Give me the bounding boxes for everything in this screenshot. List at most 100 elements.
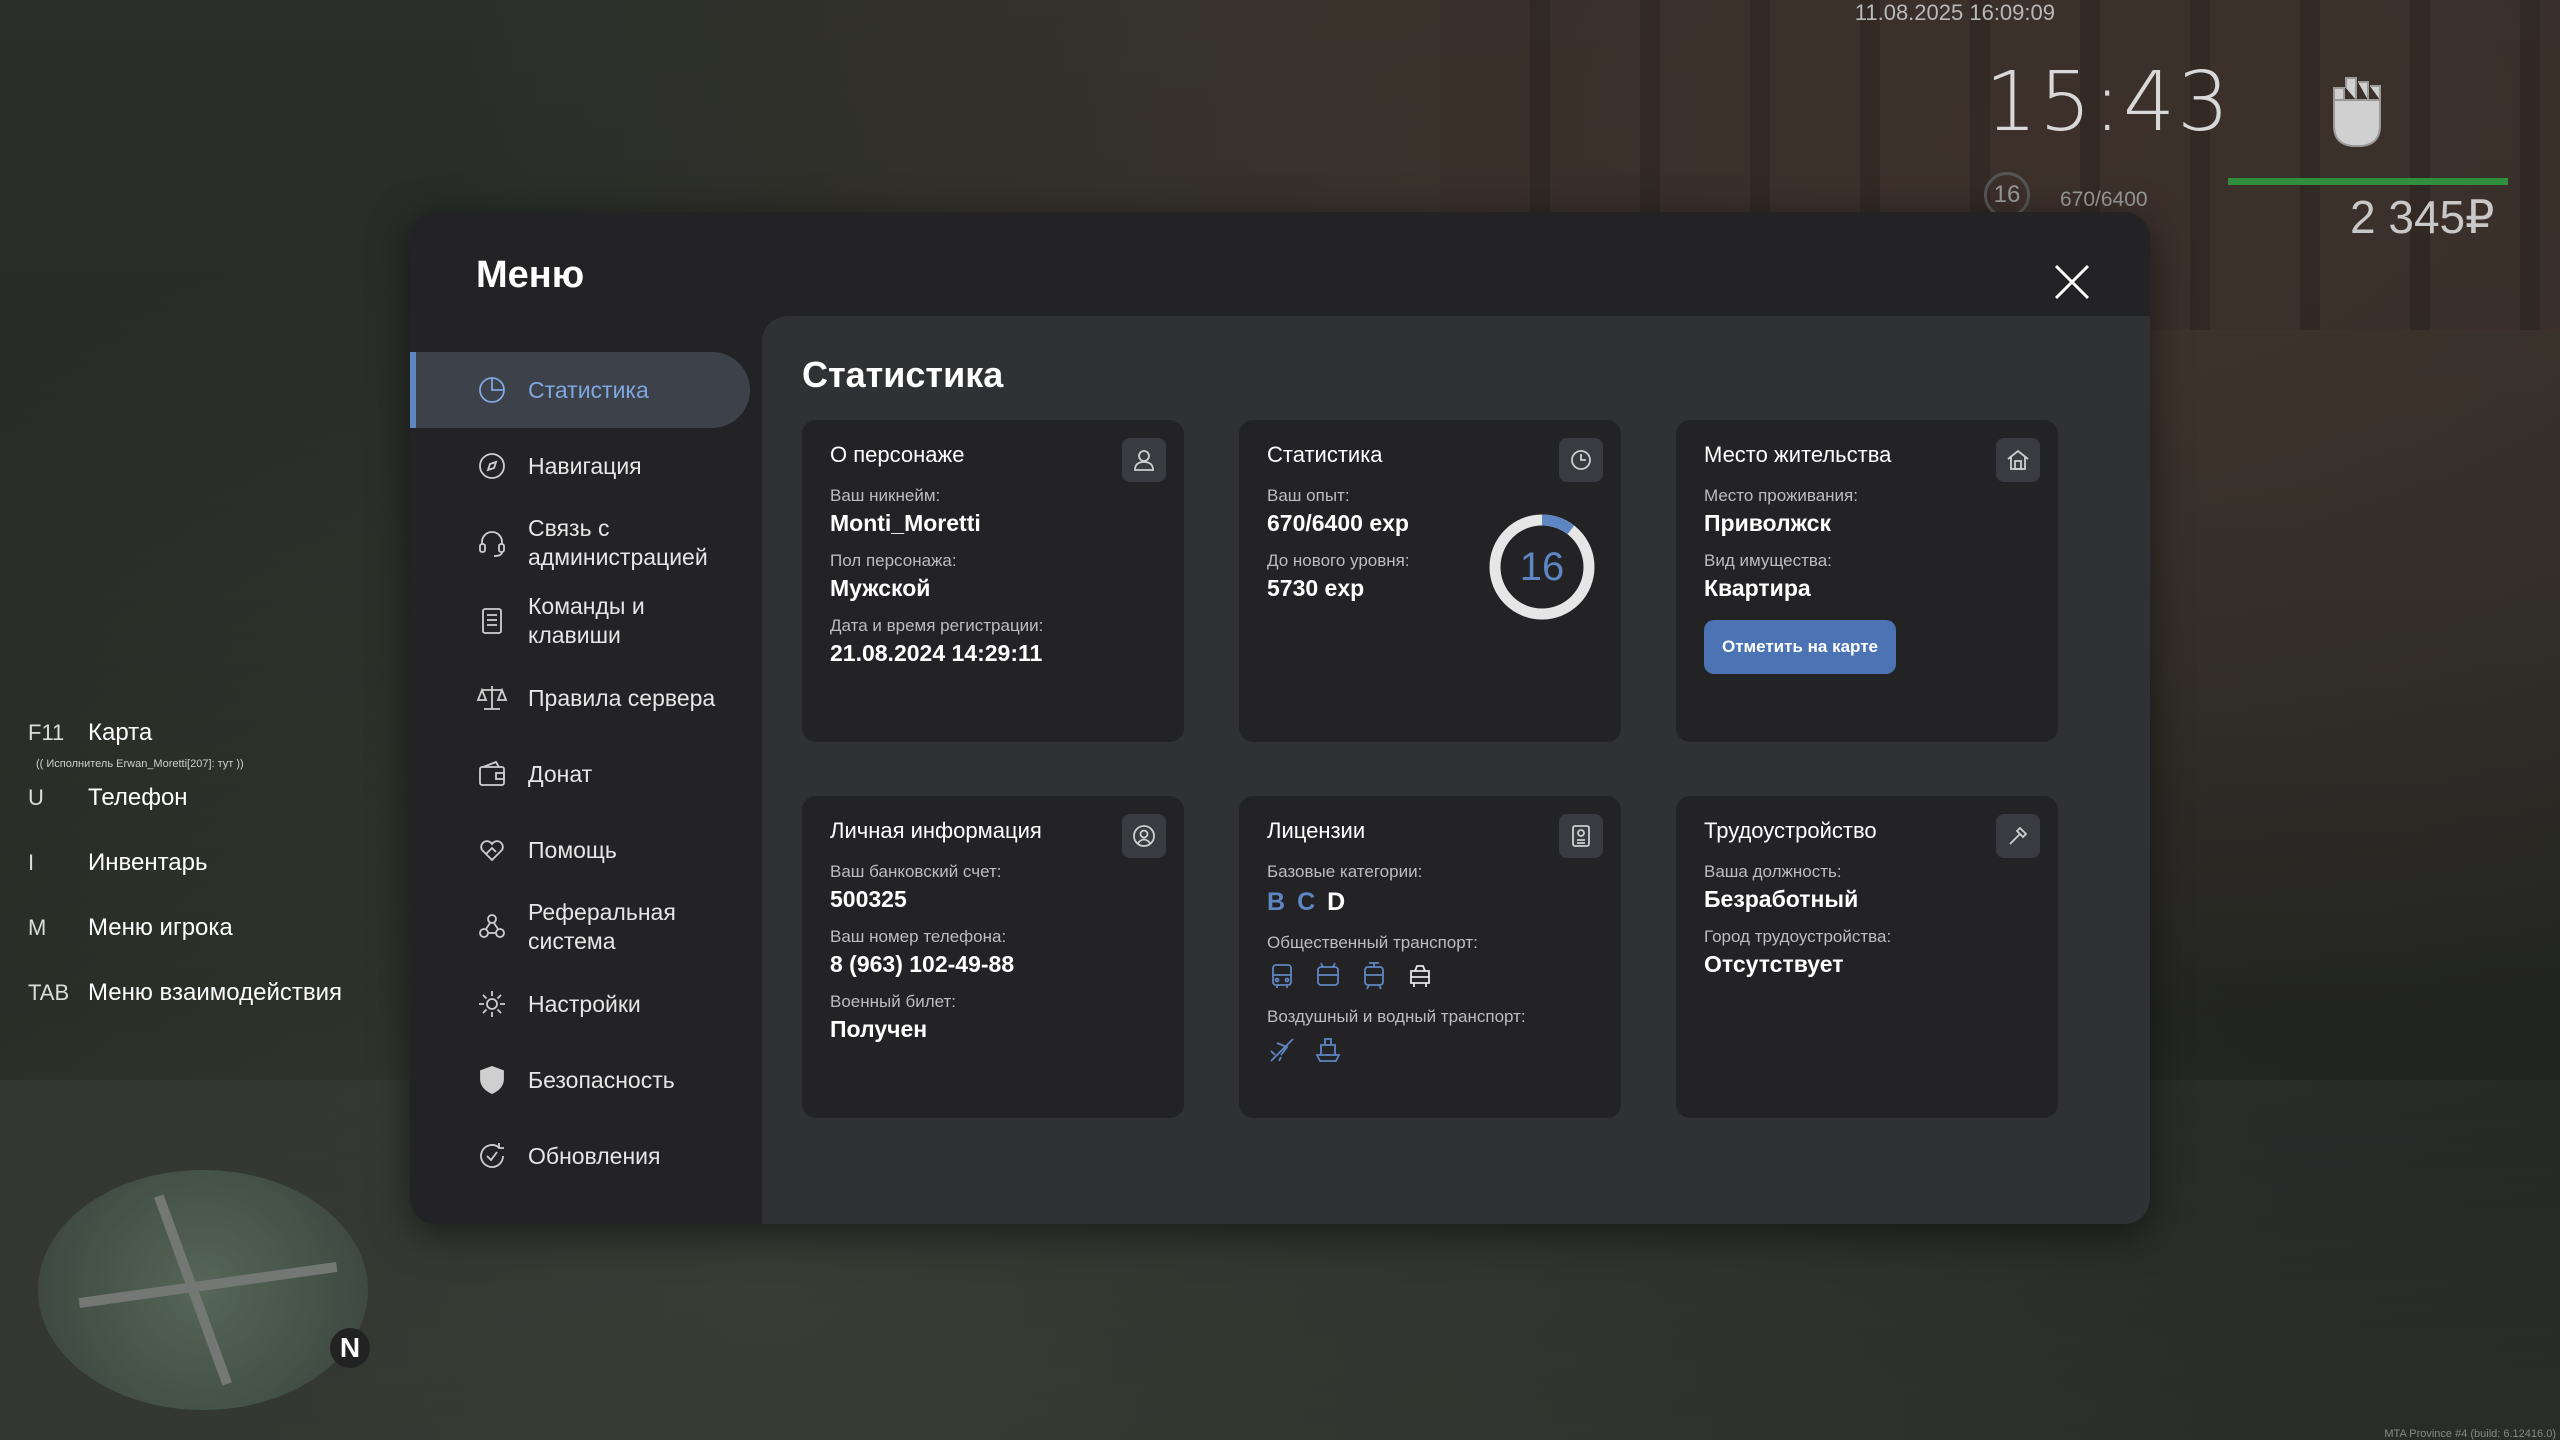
minimap-road: [78, 1261, 338, 1309]
gear-icon: [476, 988, 508, 1020]
hotkey-interaction-menu[interactable]: TAB Меню взаимодействия: [28, 960, 342, 1025]
fist-icon: [2322, 70, 2392, 150]
sidebar-item-settings[interactable]: Настройки: [410, 966, 750, 1042]
boat-icon: [1313, 1035, 1343, 1065]
sidebar-item-label: Настройки: [528, 990, 641, 1017]
job-city-label: Город трудоустройства:: [1704, 927, 1892, 946]
close-icon: [2054, 264, 2090, 300]
build-info: MTA Province #4 (build: 6.12416.0): [2384, 1428, 2556, 1440]
document-list-icon: [476, 605, 508, 637]
residence-place-value: Приволжск: [1704, 510, 1831, 536]
content-panel: Статистика О персонаже Ваш никнейм: Mont…: [762, 316, 2150, 1224]
hud-datetime: 11.08.2025 16:09:09: [1854, 0, 2055, 25]
bank-account-value: 500325: [830, 886, 907, 912]
card-title: Лицензии: [1267, 818, 1366, 843]
card-title: О персонаже: [830, 442, 965, 467]
hud-exp: 670/6400: [2060, 188, 2148, 211]
hotkey-label: Телефон: [88, 783, 188, 811]
user-circle-icon: [1122, 814, 1166, 858]
bus-icon: [1267, 961, 1297, 991]
hud-level: 16: [1993, 181, 2021, 208]
hotkey-list: F11 Карта U Телефон I Инвентарь M Меню игрок…: [28, 700, 342, 1025]
card-licenses: Лицензии Базовые категории: B C D Общест…: [1239, 796, 1621, 1118]
sidebar-item-updates[interactable]: Обновления: [410, 1118, 750, 1194]
hotkey-label: Меню взаимодействия: [88, 978, 342, 1006]
property-type-label: Вид имущества:: [1704, 551, 1832, 570]
sidebar-item-navigation[interactable]: Навигация: [410, 428, 750, 504]
sidebar-item-label: Безопасность: [528, 1066, 675, 1093]
job-city-value: Отсутствует: [1704, 951, 1844, 977]
wallet-icon: [476, 758, 508, 790]
mark-on-map-button[interactable]: Отметить на карте: [1704, 620, 1896, 674]
hotkey-key: U: [28, 784, 44, 810]
sidebar-item-statistics[interactable]: Статистика: [410, 352, 750, 428]
hotkey-label: Инвентарь: [88, 848, 208, 876]
card-title: Место жительства: [1704, 442, 1892, 467]
clock-icon: [1559, 438, 1603, 482]
trolleybus-icon: [1313, 961, 1343, 991]
residence-place-label: Место проживания:: [1704, 486, 1858, 505]
military-id-label: Военный билет:: [830, 992, 957, 1011]
nickname-value: Monti_Moretti: [830, 510, 981, 536]
phone-label: Ваш номер телефона:: [830, 927, 1007, 946]
sidebar-item-help[interactable]: Помощь: [410, 812, 750, 888]
job-position-label: Ваша должность:: [1704, 862, 1842, 881]
taxi-icon: [1405, 961, 1435, 991]
headset-icon: [476, 527, 508, 559]
menu-title: Меню: [476, 254, 585, 296]
gender-value: Мужской: [830, 575, 931, 601]
sidebar-item-label: Статистика: [528, 376, 649, 403]
sidebar-item-label: Обновления: [528, 1142, 661, 1169]
hotkey-key: F11: [28, 719, 65, 745]
sidebar-item-donate[interactable]: Донат: [410, 736, 750, 812]
property-type-value: Квартира: [1704, 575, 1811, 601]
hotkey-key: I: [28, 849, 35, 875]
public-transport-label: Общественный транспорт:: [1267, 933, 1478, 952]
sidebar-item-label: Донат: [528, 760, 593, 787]
hotkey-map[interactable]: F11 Карта: [28, 700, 342, 765]
sidebar-item-label: Команды и клавиши: [528, 593, 645, 648]
pie-chart-icon: [476, 374, 508, 406]
card-about-character: О персонаже Ваш никнейм: Monti_Moretti П…: [802, 420, 1184, 742]
hotkey-phone[interactable]: U Телефон: [28, 765, 342, 830]
hotkey-inventory[interactable]: I Инвентарь: [28, 830, 342, 895]
hud-money: 2 345₽: [2350, 191, 2495, 243]
sidebar: Статистика Навигация Связь с администрац…: [410, 352, 750, 1194]
license-categories: B C D: [1267, 888, 1593, 917]
hud-health-bar: [2228, 178, 2508, 185]
compass-icon: [476, 450, 508, 482]
refresh-check-icon: [476, 1140, 508, 1172]
sidebar-item-label: Помощь: [528, 836, 617, 863]
sidebar-item-admin-contact[interactable]: Связь с администрацией: [410, 504, 750, 582]
people-network-icon: [476, 911, 508, 943]
hotkey-player-menu[interactable]: M Меню игрока: [28, 895, 342, 960]
content-title: Статистика: [802, 354, 1004, 395]
house-icon: [1996, 438, 2040, 482]
scales-icon: [476, 682, 508, 714]
card-residence: Место жительства Место проживания: Приво…: [1676, 420, 2058, 742]
card-title: Личная информация: [830, 818, 1042, 843]
card-title: Статистика: [1267, 442, 1383, 467]
military-id-value: Получен: [830, 1016, 928, 1042]
hotkey-key: TAB: [28, 979, 70, 1005]
sidebar-item-commands[interactable]: Команды и клавиши: [410, 582, 750, 660]
card-personal-info: Личная информация Ваш банковский счет: 5…: [802, 796, 1184, 1118]
phone-value: 8 (963) 102-49-88: [830, 951, 1015, 977]
menu-window: Меню Статистика Навигация Связь с админи…: [410, 212, 2150, 1224]
exp-label: Ваш опыт:: [1267, 486, 1350, 505]
level-value: 16: [1519, 544, 1565, 589]
close-button[interactable]: [2048, 258, 2096, 306]
sidebar-item-label: Связь с администрацией: [528, 515, 708, 570]
registration-value: 21.08.2024 14:29:11: [830, 640, 1043, 666]
public-transport-icons: [1267, 961, 1593, 991]
sidebar-item-rules[interactable]: Правила сервера: [410, 660, 750, 736]
tram-icon: [1359, 961, 1389, 991]
sidebar-item-referral[interactable]: Реферальная система: [410, 888, 750, 966]
minimap: [38, 1170, 368, 1410]
nickname-label: Ваш никнейм:: [830, 486, 941, 505]
sidebar-item-security[interactable]: Безопасность: [410, 1042, 750, 1118]
sidebar-item-label: Правила сервера: [528, 684, 716, 711]
air-water-transport-icons: [1267, 1035, 1593, 1065]
bank-account-label: Ваш банковский счет:: [830, 862, 1002, 881]
base-categories-label: Базовые категории:: [1267, 862, 1423, 881]
